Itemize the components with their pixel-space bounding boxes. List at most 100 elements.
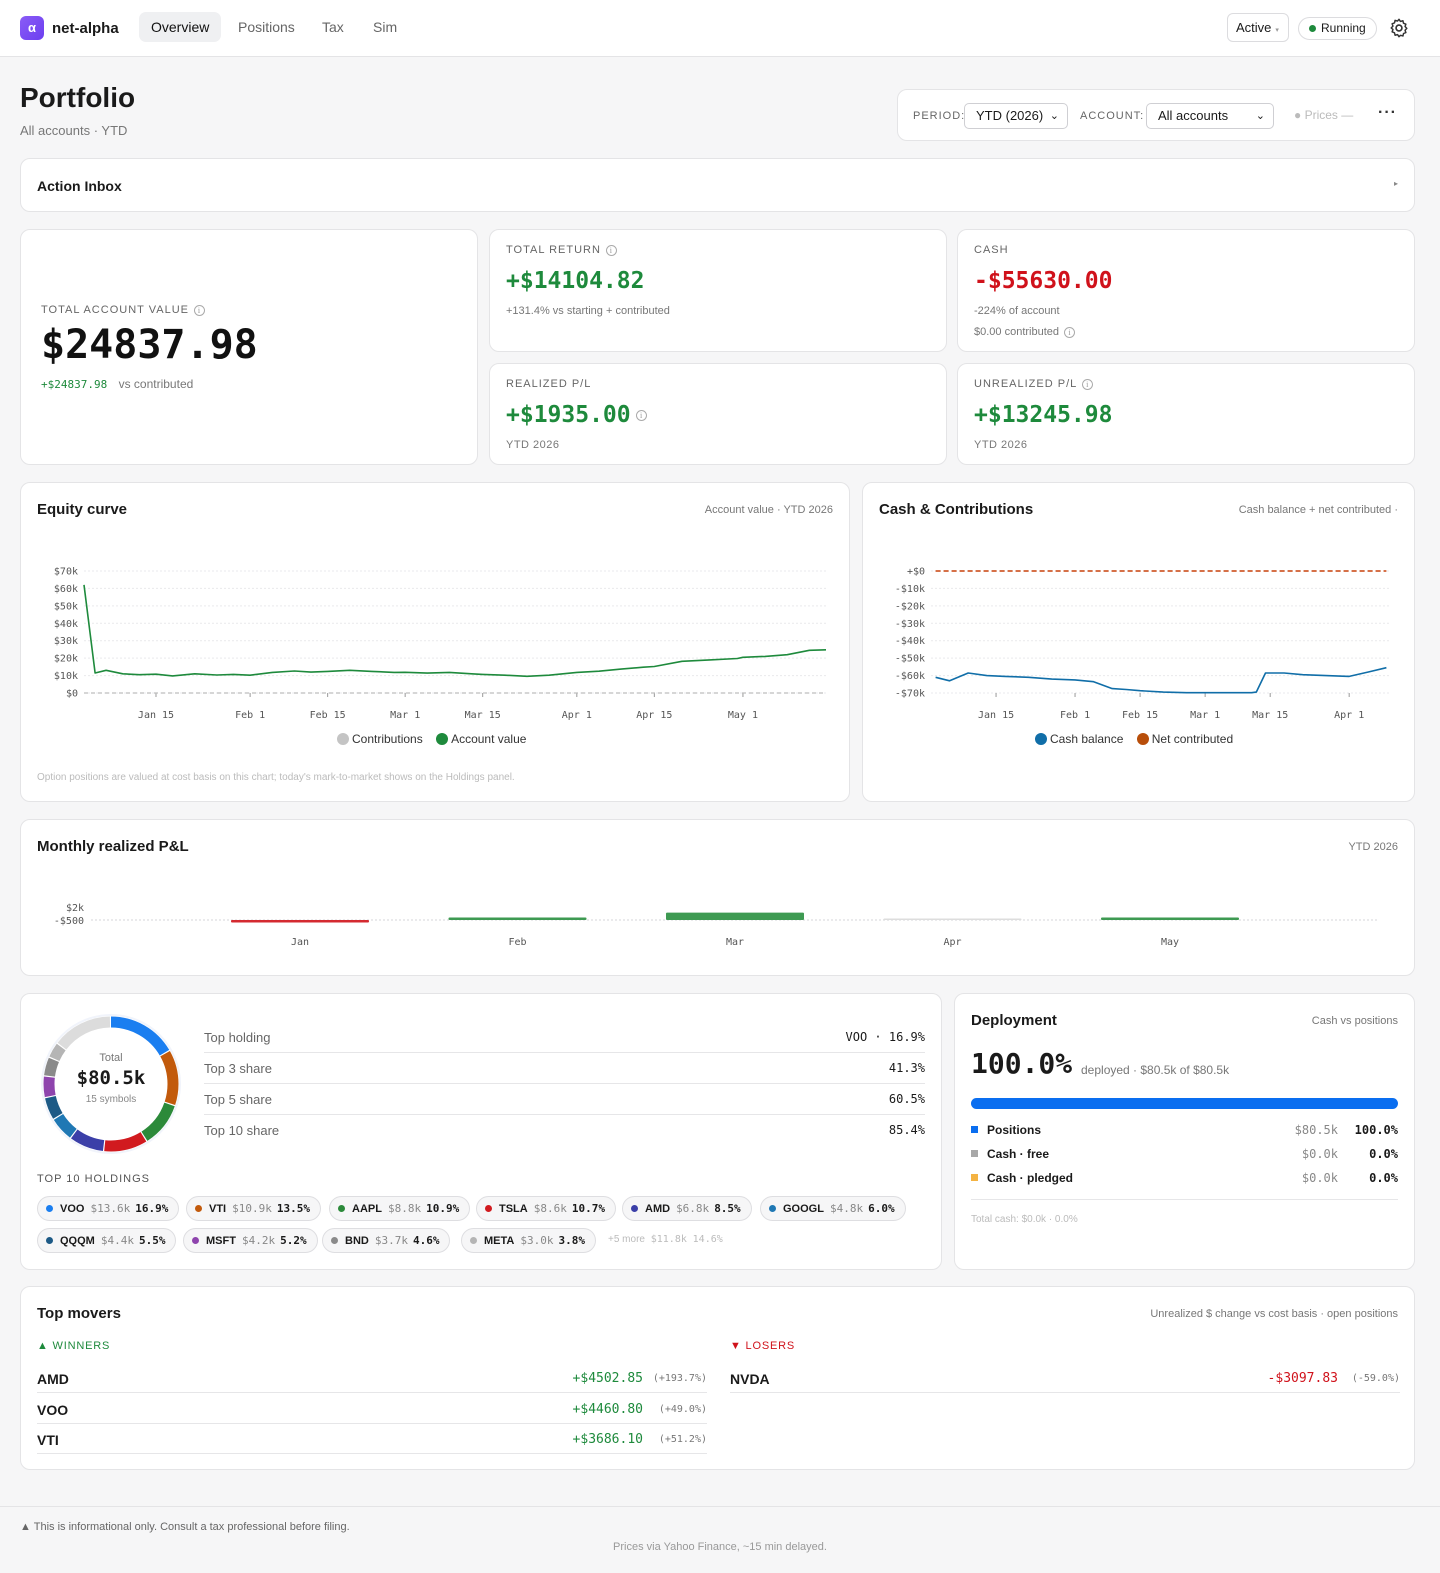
concentration-row: Top 10 share 85.4% xyxy=(204,1115,925,1146)
profile-select[interactable]: Active ▾ xyxy=(1227,13,1289,42)
legend-label: Net contributed xyxy=(1151,732,1234,746)
deployment-percent: 100.0% xyxy=(971,1047,1073,1080)
stat-note: +131.4% vs starting + contributed xyxy=(506,305,670,317)
row-label: Positions xyxy=(987,1123,1042,1137)
holding-color-dot xyxy=(470,1237,477,1244)
equity-curve-card: Equity curve Account value · YTD 2026 $0… xyxy=(20,482,850,802)
app-name[interactable]: net-alpha xyxy=(52,20,119,37)
x-tick-label: Mar xyxy=(726,937,744,948)
tab-positions[interactable]: Positions xyxy=(226,12,307,42)
info-icon[interactable]: i xyxy=(635,410,647,421)
holding-symbol: META xyxy=(484,1235,515,1247)
account-label: ACCOUNT: xyxy=(1080,110,1145,122)
equity-curve-chart[interactable]: $0 $10k $20k $30k $40k $50k $60k $70k Jan 15 Feb … xyxy=(21,553,851,723)
y-tick-label: $2k xyxy=(66,903,84,914)
x-tick-label: Feb xyxy=(508,937,526,948)
stat-label: TOTAL ACCOUNT VALUE i xyxy=(41,304,205,316)
y-tick-label: $20k xyxy=(54,654,78,665)
period-select[interactable]: YTD (2026) ⌄ xyxy=(964,103,1068,129)
row-label: Top 3 share xyxy=(204,1061,272,1076)
cash-contributions-card: Cash & Contributions Cash balance + net … xyxy=(862,482,1415,802)
x-tick-label: Mar 15 xyxy=(465,710,501,721)
tab-overview[interactable]: Overview xyxy=(139,12,222,42)
mover-percent: (+193.7%) xyxy=(652,1373,707,1384)
legend-item[interactable]: Account value xyxy=(436,732,526,746)
tab-sim[interactable]: Sim xyxy=(361,12,409,42)
holding-chip-bnd[interactable]: BND $3.7k 4.6% xyxy=(322,1228,451,1253)
info-icon[interactable]: i xyxy=(193,304,205,316)
holding-chip-vti[interactable]: VTI $10.9k 13.5% xyxy=(186,1196,321,1221)
monthly-pl-chart[interactable]: $2k -$500 Jan Feb Mar Apr May xyxy=(21,890,1416,960)
y-tick-label: $0 xyxy=(66,689,78,700)
holding-percent: 5.2% xyxy=(280,1234,307,1247)
holding-percent: 8.5% xyxy=(714,1202,741,1215)
deployment-card: Deployment Cash vs positions 100.0% depl… xyxy=(954,993,1415,1270)
holding-chip-voo[interactable]: VOO $13.6k 16.9% xyxy=(37,1196,180,1221)
holding-amount: $13.6k xyxy=(90,1202,131,1215)
divider xyxy=(971,1199,1398,1200)
more-holdings[interactable]: +5 more $11.8k 14.6% xyxy=(608,1234,723,1245)
y-tick-label: $30k xyxy=(54,636,78,647)
unrealized-pl-value: +$13245.98 xyxy=(974,402,1113,428)
holding-chip-meta[interactable]: META $3.0k 3.8% xyxy=(461,1228,596,1253)
info-icon[interactable]: i xyxy=(1064,326,1076,338)
winner-row[interactable]: VOO +$4460.80 (+49.0%) xyxy=(37,1393,707,1424)
x-tick-label: Feb 1 xyxy=(1060,710,1090,721)
info-icon[interactable]: i xyxy=(1082,378,1094,390)
mover-symbol: AMD xyxy=(37,1371,69,1387)
holding-symbol: VOO xyxy=(60,1203,85,1215)
x-tick-label: Feb 1 xyxy=(235,710,265,721)
holding-chip-googl[interactable]: GOOGL $4.8k 6.0% xyxy=(760,1196,906,1221)
holding-chip-qqqm[interactable]: QQQM $4.4k 5.5% xyxy=(37,1228,177,1253)
legend-swatch xyxy=(436,733,449,745)
info-icon[interactable]: i xyxy=(605,244,617,256)
legend-item[interactable]: Cash balance xyxy=(1035,732,1123,746)
y-tick-label: +$0 xyxy=(907,567,925,578)
y-tick-label: $50k xyxy=(54,601,78,612)
mover-symbol: VOO xyxy=(37,1402,69,1418)
cash-legend: Cash balance Net contributed xyxy=(1035,732,1233,746)
legend-item[interactable]: Net contributed xyxy=(1136,732,1234,746)
holding-amount: $4.8k xyxy=(829,1202,864,1215)
concentration-row: Top 5 share 60.5% xyxy=(204,1084,925,1115)
holding-chip-tsla[interactable]: TSLA $8.6k 10.7% xyxy=(476,1196,616,1221)
mover-percent: (+49.0%) xyxy=(658,1404,707,1415)
x-tick-label: May xyxy=(1161,937,1179,948)
holding-symbol: QQQM xyxy=(60,1235,95,1247)
holding-chip-msft[interactable]: MSFT $4.2k 5.2% xyxy=(183,1228,318,1253)
app-logo-icon[interactable]: α xyxy=(20,16,44,40)
top-movers-meta: Unrealized $ change vs cost basis · open… xyxy=(1150,1308,1398,1320)
winner-row[interactable]: AMD +$4502.85 (+193.7%) xyxy=(37,1362,707,1393)
footer: ▲ This is informational only. Consult a … xyxy=(0,1506,1440,1573)
stat-note: YTD 2026 xyxy=(506,439,560,451)
holding-symbol: AAPL xyxy=(352,1203,382,1215)
deployment-bar xyxy=(971,1098,1398,1109)
row-label: Top 5 share xyxy=(204,1092,272,1107)
y-tick-label: -$50k xyxy=(895,654,925,665)
row-amount: $0.0k xyxy=(1301,1147,1338,1161)
monthly-pl-meta: YTD 2026 xyxy=(1348,841,1398,853)
winner-row[interactable]: VTI +$3686.10 (+51.2%) xyxy=(37,1423,707,1454)
loser-row[interactable]: NVDA -$3097.83 (-59.0%) xyxy=(730,1362,1400,1393)
top-movers-card: Top movers Unrealized $ change vs cost b… xyxy=(20,1286,1415,1470)
legend-swatch xyxy=(971,1126,978,1133)
bar-mar xyxy=(666,912,804,920)
legend-item[interactable]: Contributions xyxy=(337,732,423,746)
cash-contributions-chart[interactable]: -$70k -$60k -$50k -$40k -$30k -$20k -$10k +$0 Ja… xyxy=(863,553,1416,723)
x-tick-label: Jan 15 xyxy=(978,710,1014,721)
tab-tax[interactable]: Tax xyxy=(310,12,356,42)
holding-chip-aapl[interactable]: AAPL $8.8k 10.9% xyxy=(329,1196,471,1221)
gear-icon[interactable] xyxy=(1388,17,1410,39)
row-percent: 0.0% xyxy=(1369,1171,1398,1185)
row-amount: $0.0k xyxy=(1301,1171,1338,1185)
account-select[interactable]: All accounts ⌄ xyxy=(1146,103,1274,129)
holding-symbol: GOOGL xyxy=(783,1203,824,1215)
donut-total-value: $80.5k xyxy=(76,1067,146,1089)
more-icon[interactable]: ··· xyxy=(1378,104,1397,122)
holding-chip-amd[interactable]: AMD $6.8k 8.5% xyxy=(622,1196,752,1221)
mover-symbol: NVDA xyxy=(730,1371,770,1387)
chevron-right-icon[interactable]: ▸ xyxy=(1394,179,1398,188)
stat-delta-note: vs contributed xyxy=(118,377,194,391)
holding-amount: $6.8k xyxy=(676,1202,710,1215)
action-inbox[interactable]: Action Inbox ▸ xyxy=(20,158,1415,212)
